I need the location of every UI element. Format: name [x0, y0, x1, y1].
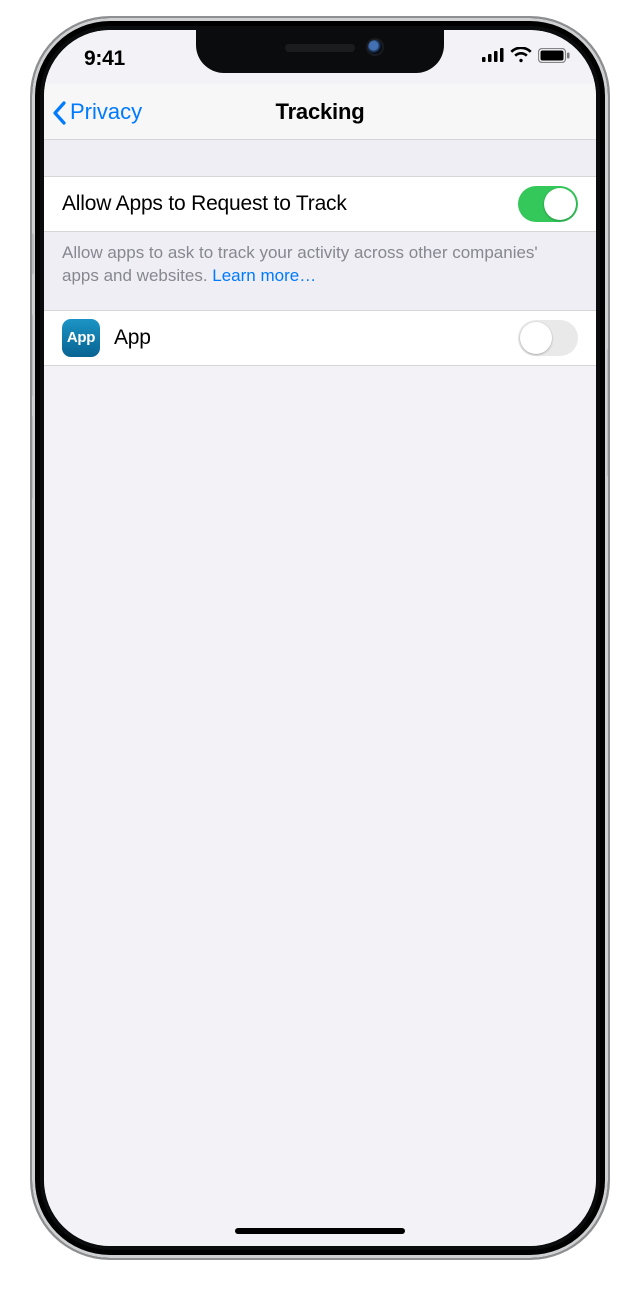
back-label: Privacy	[70, 99, 142, 125]
screen: 9:41	[44, 30, 596, 1246]
allow-tracking-toggle[interactable]	[518, 186, 578, 222]
cellular-icon	[482, 48, 504, 62]
app-icon: App	[62, 319, 100, 357]
tracking-footer: Allow apps to ask to track your activity…	[44, 232, 596, 310]
app-name: App	[114, 326, 504, 350]
navigation-bar: Privacy Tracking	[44, 84, 596, 140]
allow-tracking-label: Allow Apps to Request to Track	[62, 192, 504, 216]
chevron-left-icon	[52, 100, 68, 125]
page-title: Tracking	[276, 99, 365, 125]
screen-bezel: 9:41	[44, 30, 596, 1246]
volume-down-button	[32, 415, 33, 500]
app-tracking-toggle[interactable]	[518, 320, 578, 356]
status-time: 9:41	[84, 47, 125, 71]
app-row: App App	[44, 310, 596, 366]
wifi-icon	[510, 47, 532, 63]
silent-switch	[32, 233, 34, 275]
allow-tracking-row: Allow Apps to Request to Track	[44, 176, 596, 232]
home-indicator[interactable]	[235, 1228, 405, 1234]
notch	[198, 30, 442, 71]
side-button	[607, 348, 608, 478]
phone-frame: 9:41	[32, 18, 608, 1258]
learn-more-link[interactable]: Learn more…	[212, 266, 316, 285]
battery-icon	[538, 48, 570, 63]
status-right-cluster	[482, 47, 570, 63]
speaker-grill	[285, 44, 355, 52]
front-camera	[368, 40, 382, 54]
back-button[interactable]: Privacy	[52, 84, 142, 140]
content-area: Allow Apps to Request to Track Allow app…	[44, 140, 596, 366]
volume-up-button	[32, 313, 33, 398]
